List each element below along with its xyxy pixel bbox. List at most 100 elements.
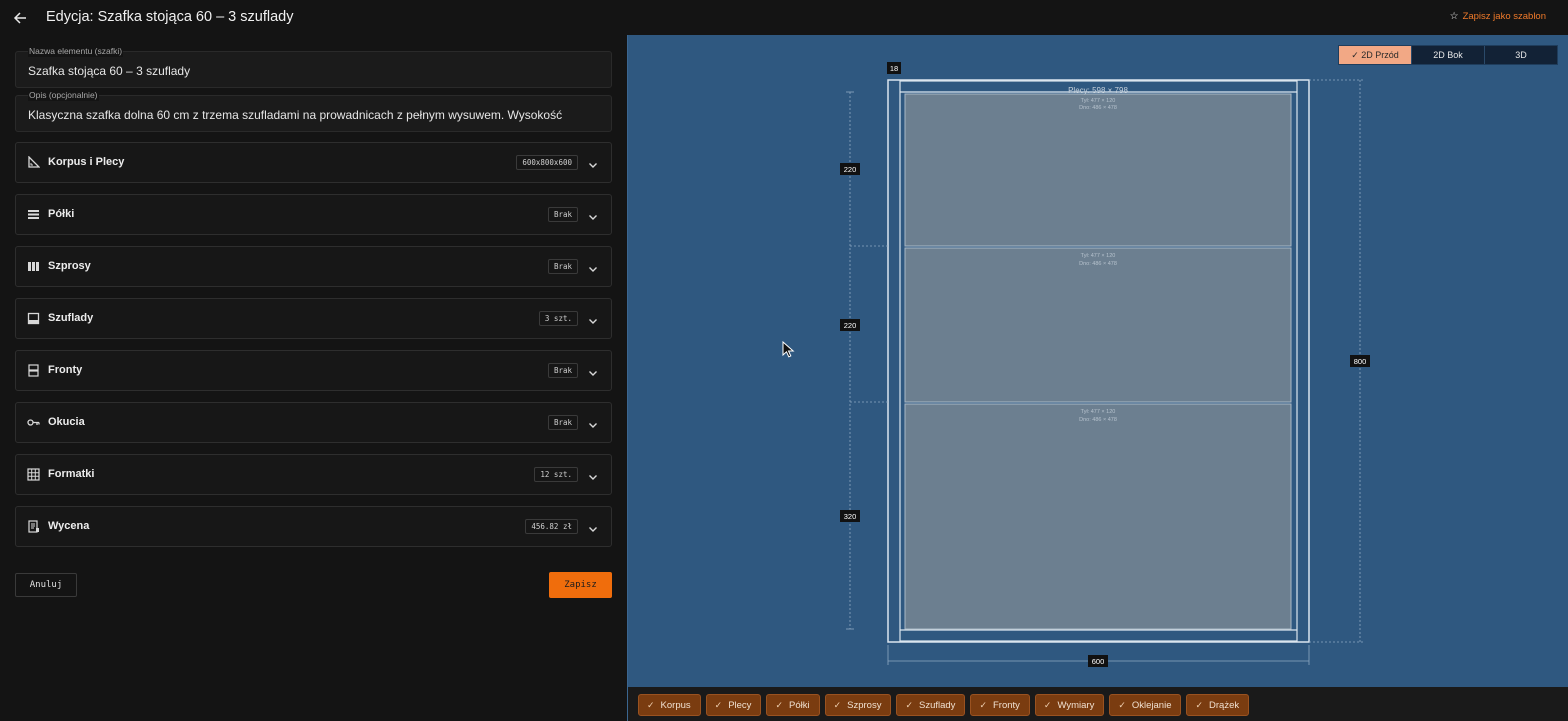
drawer-box xyxy=(904,93,1292,247)
dividers-icon xyxy=(27,260,40,273)
check-icon: ✓ xyxy=(647,700,655,710)
check-icon: ✓ xyxy=(714,700,723,710)
check-icon: ✓ xyxy=(1195,700,1204,710)
chip-wymiary[interactable]: ✓ Wymiary xyxy=(1034,694,1105,716)
drawer-box xyxy=(904,403,1292,630)
view-toggle-label: 2D Przód xyxy=(1361,50,1399,60)
chip-label: Fronty xyxy=(992,700,1020,711)
receipt-icon xyxy=(27,520,40,533)
section-label: Wycena xyxy=(48,520,90,532)
chip-drazek[interactable]: ✓ Drążek xyxy=(1186,694,1250,716)
view-toggle-3d[interactable]: 3D xyxy=(1484,46,1557,64)
name-field-value[interactable]: Szafka stojąca 60 – 3 szuflady xyxy=(28,64,599,78)
chip-label: Korpus xyxy=(660,700,691,711)
check-icon: ✓ xyxy=(979,700,987,710)
cancel-button[interactable]: Anuluj xyxy=(15,573,77,597)
view-toggle-2d-side[interactable]: 2D Bok xyxy=(1411,46,1484,64)
section-label: Szuflady xyxy=(48,312,94,324)
section-label: Szprosy xyxy=(48,260,91,272)
section-formatki[interactable]: Formatki 12 szt. xyxy=(15,454,612,495)
section-badge: 456.82 zł xyxy=(525,519,578,534)
section-badge: Brak xyxy=(547,415,578,430)
chevron-down-icon[interactable] xyxy=(588,469,598,480)
dim-height-label: 800 xyxy=(1354,357,1367,366)
chip-label: Drążek xyxy=(1209,700,1240,711)
chip-label: Szuflady xyxy=(919,700,956,711)
chip-szprosy[interactable]: ✓ Szprosy xyxy=(824,694,892,716)
section-wycena[interactable]: Wycena 456.82 zł xyxy=(15,506,612,547)
chip-label: Oklejanie xyxy=(1131,700,1172,711)
fronts-icon xyxy=(27,364,40,377)
view-toggle-2d-front[interactable]: ✓ 2D Przód xyxy=(1339,46,1411,64)
description-field-value[interactable]: Klasyczna szafka dolna 60 cm z trzema sz… xyxy=(28,108,599,122)
dim-drawer-label: 220 xyxy=(844,165,857,174)
check-icon: ✓ xyxy=(905,700,913,710)
chip-label: Półki xyxy=(788,700,810,711)
section-korpus-plecy[interactable]: Korpus i Plecy 600x800x600 xyxy=(15,142,612,183)
section-badge: 3 szt. xyxy=(538,311,578,326)
view-toggle: ✓ 2D Przód 2D Bok 3D xyxy=(1338,45,1558,65)
page-title: Edycja: Szafka stojąca 60 – 3 szuflady xyxy=(46,9,294,25)
key-icon xyxy=(27,416,40,429)
chip-oklejanie[interactable]: ✓ Oklejanie xyxy=(1109,694,1182,716)
back-arrow-icon[interactable] xyxy=(10,8,30,28)
save-as-template-label: Zapisz jako szablon xyxy=(1462,11,1546,22)
layer-toolbar: ✓ Korpus ✓ Plecy ✓ Półki ✓ Szprosy ✓ Szuflady… xyxy=(628,687,1568,721)
dim-thickness-label: 18 xyxy=(890,64,898,73)
section-label: Formatki xyxy=(48,468,95,480)
section-szprosy[interactable]: Szprosy Brak xyxy=(15,246,612,287)
chip-label: Plecy xyxy=(728,700,752,711)
drawer-label-back: Tył: 477 × 120 xyxy=(1081,409,1116,415)
dim-width-label: 600 xyxy=(1092,657,1105,666)
chevron-down-icon[interactable] xyxy=(588,157,598,168)
back-panel-label: Plecy: 598 × 798 xyxy=(1068,86,1128,95)
drawer-label-back: Tył: 477 × 120 xyxy=(1081,98,1116,104)
section-okucia[interactable]: Okucia Brak xyxy=(15,402,612,443)
drawer-icon xyxy=(27,312,40,325)
top-bar: Edycja: Szafka stojąca 60 – 3 szuflady ☆… xyxy=(0,0,1568,35)
section-badge: Brak xyxy=(547,363,578,378)
chip-plecy[interactable]: ✓ Plecy xyxy=(705,694,762,716)
chevron-down-icon[interactable] xyxy=(588,417,598,428)
section-badge: Brak xyxy=(547,207,578,222)
preview-canvas[interactable]: Plecy: 598 × 798 Tył: 477 × 120 Dno: 486… xyxy=(627,35,1568,721)
drawer-label-bottom: Dno: 486 × 478 xyxy=(1079,261,1117,267)
save-button[interactable]: Zapisz xyxy=(549,572,612,598)
layer-chips: ✓ Korpus ✓ Plecy ✓ Półki ✓ Szprosy ✓ Szuflady… xyxy=(638,694,1250,716)
section-label: Fronty xyxy=(48,364,83,376)
chip-polki[interactable]: ✓ Półki xyxy=(766,694,820,716)
cabinet-drawing: Plecy: 598 × 798 Tył: 477 × 120 Dno: 486… xyxy=(840,62,1370,667)
section-badge: 12 szt. xyxy=(534,467,578,482)
chip-korpus[interactable]: ✓ Korpus xyxy=(638,694,701,716)
description-field[interactable]: Opis (opcjonalnie) Klasyczna szafka doln… xyxy=(15,90,612,132)
chevron-down-icon[interactable] xyxy=(588,313,598,324)
drawer-label-back: Tył: 477 × 120 xyxy=(1081,253,1116,259)
section-label: Półki xyxy=(48,208,75,220)
name-field-label: Nazwa elementu (szafki) xyxy=(28,46,124,57)
star-icon: ☆ xyxy=(1449,11,1459,22)
chip-szuflady[interactable]: ✓ Szuflady xyxy=(896,694,966,716)
drawer-box xyxy=(904,247,1292,403)
description-field-label: Opis (opcjonalnie) xyxy=(28,90,99,101)
chip-fronty[interactable]: ✓ Fronty xyxy=(970,694,1030,716)
chevron-down-icon[interactable] xyxy=(588,261,598,272)
set-square-icon xyxy=(27,155,41,169)
save-as-template-button[interactable]: ☆ Zapisz jako szablon xyxy=(1450,11,1546,22)
check-icon: ✓ xyxy=(1351,50,1359,60)
check-icon: ✓ xyxy=(833,700,842,710)
drawer-label-bottom: Dno: 486 × 478 xyxy=(1079,417,1117,423)
section-fronty[interactable]: Fronty Brak xyxy=(15,350,612,391)
chevron-down-icon[interactable] xyxy=(588,365,598,376)
mouse-cursor-icon xyxy=(782,341,795,358)
grid-icon xyxy=(27,468,40,481)
chevron-down-icon[interactable] xyxy=(588,521,598,532)
chip-label: Wymiary xyxy=(1057,700,1095,711)
section-polki[interactable]: Półki Brak xyxy=(15,194,612,235)
chevron-down-icon[interactable] xyxy=(588,209,598,220)
edit-panel: Nazwa elementu (szafki) Szafka stojąca 6… xyxy=(0,35,627,721)
drawer-label-bottom: Dno: 486 × 478 xyxy=(1079,105,1117,111)
section-badge: 600x800x600 xyxy=(516,155,578,170)
section-szuflady[interactable]: Szuflady 3 szt. xyxy=(15,298,612,339)
name-field[interactable]: Nazwa elementu (szafki) Szafka stojąca 6… xyxy=(15,46,612,88)
check-icon: ✓ xyxy=(775,700,783,710)
